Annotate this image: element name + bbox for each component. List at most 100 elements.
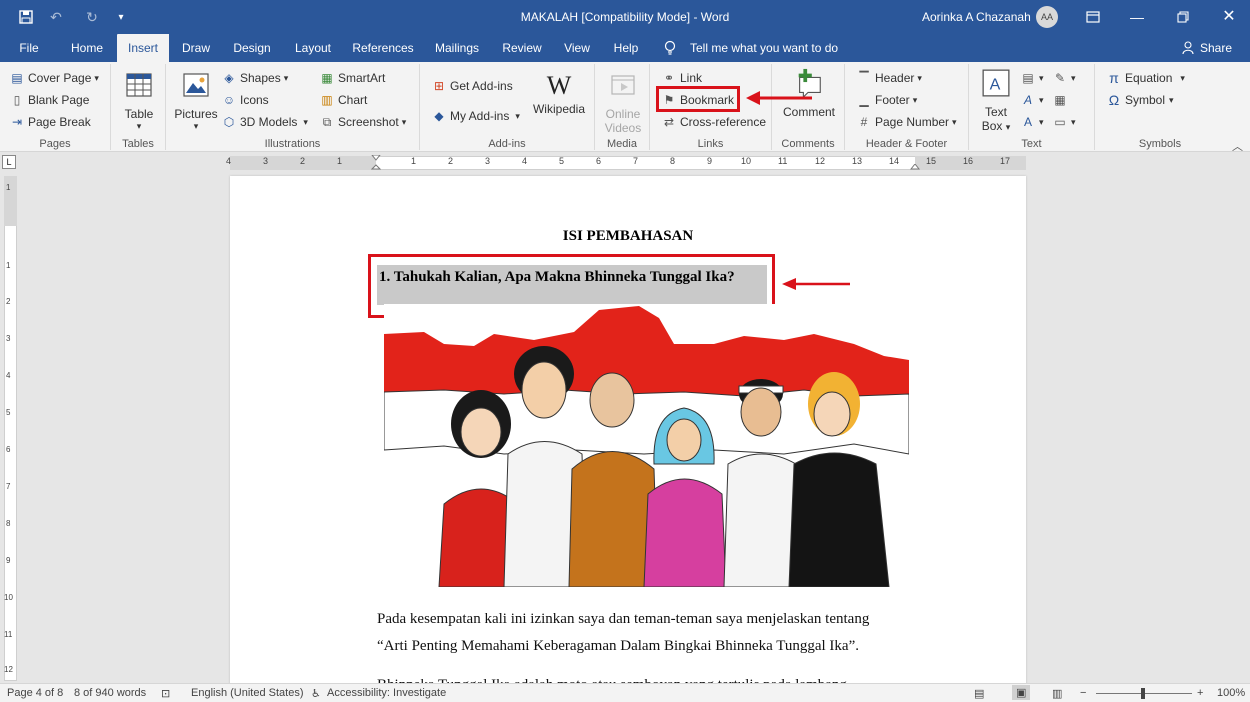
shapes-button[interactable]: ◈ Shapes ▾ [222, 68, 288, 88]
web-layout-icon[interactable]: ▥ [1052, 687, 1062, 700]
save-icon[interactable] [16, 8, 36, 26]
tab-draw[interactable]: Draw [176, 34, 216, 62]
omega-icon: Ω [1108, 92, 1120, 108]
accessibility-status[interactable]: Accessibility: Investigate [327, 687, 446, 699]
screenshot-button[interactable]: ⧉ Screenshot ▾ [320, 112, 407, 132]
word-count[interactable]: 8 of 940 words [74, 687, 146, 699]
object-button[interactable]: ▭ ▾ [1053, 112, 1075, 132]
customize-toolbar-icon[interactable]: ▾ [114, 8, 128, 26]
video-icon [611, 75, 635, 95]
window-title: MAKALAH [Compatibility Mode] - Word [520, 10, 730, 24]
tab-references[interactable]: References [350, 34, 416, 62]
quick-parts-button[interactable]: ▤ ▾ [1021, 68, 1043, 88]
page-count[interactable]: Page 4 of 8 [7, 687, 63, 699]
group-label-symbols: Symbols [1138, 138, 1182, 150]
vertical-ruler[interactable]: 1 1 2 3 4 5 6 7 8 9 10 11 12 [0, 173, 20, 683]
paragraph-1-line-2[interactable]: “Arti Penting Memahami Keberagaman Dalam… [377, 633, 937, 660]
status-bar: Page 4 of 8 8 of 940 words ⊡ English (Un… [0, 683, 1250, 702]
table-button[interactable]: Table ▾ [119, 70, 159, 132]
icons-button[interactable]: ☺ Icons [222, 90, 269, 110]
restore-icon[interactable] [1172, 6, 1194, 28]
horizontal-ruler[interactable]: L 4 3 2 1 1 2 3 4 5 6 7 8 9 10 11 12 13 … [0, 153, 1250, 173]
group-text: A Text Box ▾ ▤ ▾ A ▾ A ▾ ✎ ▾ ▦ ▭ ▾ Text [969, 64, 1095, 150]
header-button[interactable]: ▔ Header ▾ [857, 68, 922, 88]
page-break-button[interactable]: ⇥ Page Break [10, 112, 91, 132]
footer-button[interactable]: ▁ Footer ▾ [857, 90, 917, 110]
ribbon-display-icon[interactable] [1082, 6, 1104, 28]
person-icon[interactable] [1182, 41, 1194, 58]
screenshot-icon: ⧉ [322, 115, 332, 129]
pictures-icon [183, 73, 209, 97]
tab-mailings[interactable]: Mailings [430, 34, 484, 62]
cross-reference-button[interactable]: ⇄ Cross-reference [662, 112, 766, 132]
language-indicator[interactable]: English (United States) [191, 687, 304, 699]
redo-icon[interactable]: ↻ [82, 8, 102, 26]
vruler-track [4, 176, 17, 681]
share-button[interactable]: Share [1200, 34, 1232, 62]
tab-home[interactable]: Home [62, 34, 112, 62]
chart-button[interactable]: ▥ Chart [320, 90, 367, 110]
tab-review[interactable]: Review [498, 34, 546, 62]
read-mode-icon[interactable]: ▤ [974, 687, 984, 700]
equation-button[interactable]: π Equation ▾ [1107, 68, 1185, 88]
calendar-icon: ▦ [1054, 93, 1066, 107]
lightbulb-icon[interactable] [664, 40, 676, 59]
user-name[interactable]: Aorinka A Chazanah [922, 10, 1031, 24]
get-addins-button[interactable]: ⊞ Get Add-ins [432, 76, 513, 96]
svg-text:A: A [990, 75, 1001, 93]
minimize-icon[interactable]: — [1126, 6, 1148, 28]
tab-file[interactable]: File [10, 34, 48, 62]
wordart-button[interactable]: A ▾ [1021, 90, 1044, 110]
my-addins-button[interactable]: ◆ My Add-ins ▾ [432, 106, 520, 126]
section-title[interactable]: ISI PEMBAHASAN [230, 228, 1026, 245]
document-page[interactable]: ISI PEMBAHASAN 1. Tahukah Kalian, Apa Ma… [230, 176, 1026, 686]
pictures-button[interactable]: Pictures ▾ [172, 70, 220, 132]
group-label-text: Text [1021, 138, 1042, 150]
bhinneka-illustration[interactable] [384, 304, 909, 587]
chart-icon: ▥ [321, 93, 333, 107]
zoom-out-icon[interactable]: − [1080, 687, 1086, 699]
tab-layout[interactable]: Layout [290, 34, 336, 62]
zoom-slider-thumb[interactable] [1141, 688, 1145, 699]
smartart-icon: ▦ [321, 71, 333, 85]
tell-me-search[interactable]: Tell me what you want to do [690, 34, 838, 62]
zoom-level[interactable]: 100% [1217, 687, 1245, 699]
indent-marker[interactable] [370, 154, 382, 171]
group-symbols: π Equation ▾ Ω Symbol ▾ Symbols [1095, 64, 1225, 150]
drop-cap-button[interactable]: A ▾ [1021, 112, 1044, 132]
collapse-ribbon-icon[interactable]: ︿ [1232, 138, 1243, 154]
page-number-button[interactable]: # Page Number ▾ [857, 112, 957, 132]
print-layout-icon[interactable]: ▣ [1012, 685, 1031, 700]
wordart-icon: A [1023, 93, 1032, 107]
online-videos-button[interactable]: Online Videos [599, 70, 647, 135]
paragraph-1-line-1[interactable]: Pada kesempatan kali ini izinkan saya da… [377, 606, 937, 633]
accessibility-icon[interactable]: ♿ [311, 687, 321, 700]
selected-heading[interactable]: 1. Tahukah Kalian, Apa Makna Bhinneka Tu… [377, 265, 767, 305]
ruler-numbers: 4 3 2 1 1 2 3 4 5 6 7 8 9 10 11 12 13 14… [226, 156, 1011, 166]
cover-page-button[interactable]: ▤ Cover Page ▾ [10, 68, 99, 88]
group-label-pages: Pages [39, 138, 71, 150]
link-button[interactable]: ⚭ Link [662, 68, 702, 88]
text-box-button[interactable]: A Text Box ▾ [975, 68, 1017, 133]
smartart-button[interactable]: ▦ SmartArt [320, 68, 385, 88]
proofing-icon[interactable]: ⊡ [161, 687, 170, 700]
tab-help[interactable]: Help [608, 34, 644, 62]
date-time-button[interactable]: ▦ [1053, 90, 1071, 110]
undo-icon[interactable]: ↶ [46, 8, 66, 26]
close-icon[interactable]: ✕ [1218, 6, 1240, 28]
cover-page-icon: ▤ [11, 71, 23, 85]
tab-view[interactable]: View [558, 34, 596, 62]
blank-page-button[interactable]: ▯ Blank Page [10, 90, 90, 110]
avatar[interactable]: AA [1036, 6, 1058, 28]
signature-line-button[interactable]: ✎ ▾ [1053, 68, 1076, 88]
shapes-icon: ◈ [224, 71, 234, 85]
tab-design[interactable]: Design [228, 34, 276, 62]
page-number-icon: # [860, 115, 868, 129]
signature-icon: ✎ [1054, 71, 1066, 85]
symbol-button[interactable]: Ω Symbol ▾ [1107, 90, 1174, 110]
3d-models-button[interactable]: ⬡ 3D Models ▾ [222, 112, 308, 132]
zoom-in-icon[interactable]: + [1197, 687, 1203, 699]
right-indent-marker[interactable] [909, 162, 921, 171]
tab-insert[interactable]: Insert [117, 34, 169, 62]
wikipedia-button[interactable]: W Wikipedia [530, 70, 588, 116]
